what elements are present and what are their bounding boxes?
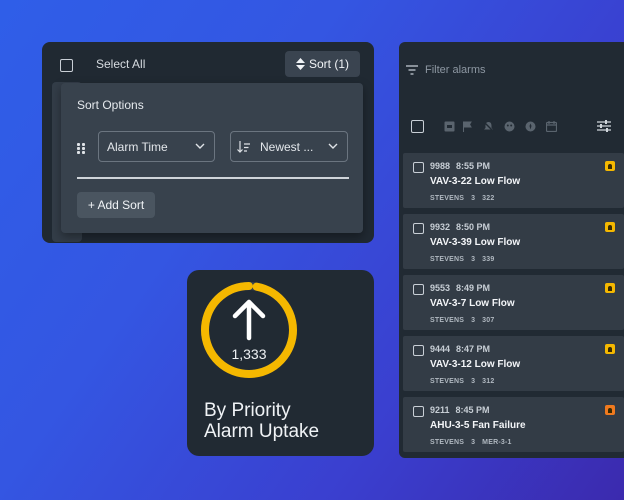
sort-button-label: Sort (1): [308, 57, 349, 71]
popover-title: Sort Options: [77, 98, 144, 112]
chevron-down-icon: [195, 143, 205, 149]
sort-field-select[interactable]: Alarm Time: [98, 131, 215, 162]
alarm-checkbox[interactable]: [413, 284, 424, 295]
alarm-id: 9211: [430, 405, 450, 415]
alarm-time: 8:45 PM: [455, 405, 490, 415]
alarm-room: 307: [482, 317, 495, 324]
sort-arrows-icon: [295, 58, 305, 70]
chevron-down-icon: [328, 143, 338, 149]
filter-icon: [406, 65, 418, 75]
alarm-meta: 9211 8:45 PM: [430, 405, 490, 415]
list-header: Select All Sort (1): [42, 42, 374, 86]
alarm-site: STEVENS: [430, 195, 465, 202]
flag-icon[interactable]: [462, 121, 473, 132]
alarm-floor: 3: [471, 317, 476, 324]
alarm-card[interactable]: 9444 8:47 PM VAV-3-12 Low Flow STEVENS 3 312: [403, 336, 624, 391]
divider: [77, 177, 349, 179]
alarm-meta: 9444 8:47 PM: [430, 344, 490, 354]
alarm-id: 9553: [430, 283, 451, 293]
alarm-room: 339: [482, 256, 495, 263]
archive-icon[interactable]: [444, 121, 455, 132]
arrow-up-icon: [232, 299, 266, 341]
alarm-floor: 3: [471, 256, 476, 263]
filter-bar[interactable]: Filter alarms: [399, 58, 624, 84]
alarm-room: MER-3-1: [482, 439, 512, 446]
face-icon[interactable]: [504, 121, 515, 132]
alarm-card[interactable]: 9932 8:50 PM VAV-3-39 Low Flow STEVENS 3 339: [403, 214, 624, 269]
alarm-floor: 3: [471, 378, 476, 385]
alarm-toolbar: [399, 116, 624, 138]
alarm-meta: 9932 8:50 PM: [430, 222, 490, 232]
alarm-site: STEVENS: [430, 439, 465, 446]
select-all-label: Select All: [96, 57, 146, 71]
alarm-meta: 9553 8:49 PM: [430, 283, 490, 293]
alarm-time: 8:49 PM: [456, 283, 491, 293]
sort-field-value: Alarm Time: [107, 139, 168, 154]
select-all-checkbox[interactable]: [60, 59, 73, 72]
alarm-name: VAV-3-22 Low Flow: [430, 176, 521, 187]
alarm-floor: 3: [471, 439, 476, 446]
alarm-checkbox[interactable]: [413, 345, 424, 356]
alarm-id: 9988: [430, 161, 451, 171]
alarm-time: 8:47 PM: [456, 344, 491, 354]
sort-panel: Select All Sort (1) Sort Options Alarm T…: [42, 42, 374, 243]
sort-order-select[interactable]: Newest ...: [230, 131, 348, 162]
alarm-site: STEVENS: [430, 378, 465, 385]
alarm-name: VAV-3-7 Low Flow: [430, 298, 515, 309]
alarm-location: STEVENS 3 339: [430, 256, 501, 263]
alarm-site: STEVENS: [430, 317, 465, 324]
sort-descending-icon: [237, 140, 250, 153]
priority-bell-icon: [605, 283, 615, 293]
alarm-checkbox[interactable]: [413, 223, 424, 234]
filter-input[interactable]: Filter alarms: [425, 64, 486, 76]
alarm-meta: 9988 8:55 PM: [430, 161, 490, 171]
mute-icon[interactable]: [483, 121, 494, 132]
priority-bell-icon: [605, 222, 615, 232]
sort-button[interactable]: Sort (1): [285, 51, 360, 77]
badge-icon[interactable]: [525, 121, 536, 132]
settings-sliders-icon[interactable]: [597, 119, 611, 133]
alarm-floor: 3: [471, 195, 476, 202]
alarm-site: STEVENS: [430, 256, 465, 263]
alarm-location: STEVENS 3 307: [430, 317, 501, 324]
alarm-checkbox[interactable]: [413, 406, 424, 417]
uptake-title: By Priority Alarm Uptake: [204, 400, 319, 442]
alarm-time: 8:50 PM: [456, 222, 491, 232]
uptake-title-line1: By Priority: [204, 400, 291, 421]
alarm-room: 312: [482, 378, 495, 385]
alarm-id: 9444: [430, 344, 451, 354]
alarm-name: VAV-3-39 Low Flow: [430, 237, 521, 248]
alarm-card[interactable]: 9553 8:49 PM VAV-3-7 Low Flow STEVENS 3 307: [403, 275, 624, 330]
priority-bell-icon: [605, 344, 615, 354]
alarm-location: STEVENS 3 322: [430, 195, 501, 202]
add-sort-button[interactable]: + Add Sort: [77, 192, 155, 218]
select-all-alarms-checkbox[interactable]: [411, 120, 424, 133]
alarm-list-panel: Filter alarms 9988 8:55 PM VAV-3-22 Low Fl…: [399, 42, 624, 458]
drag-handle-icon[interactable]: [77, 143, 85, 154]
alarm-location: STEVENS 3 312: [430, 378, 501, 385]
sort-options-popover: Sort Options Alarm Time Newest ... + Add…: [61, 83, 363, 233]
alarm-time: 8:55 PM: [456, 161, 491, 171]
alarm-card[interactable]: 9988 8:55 PM VAV-3-22 Low Flow STEVENS 3 322: [403, 153, 624, 208]
alarm-name: AHU-3-5 Fan Failure: [430, 420, 526, 431]
alarm-card[interactable]: 9211 8:45 PM AHU-3-5 Fan Failure STEVENS 3 ME…: [403, 397, 624, 452]
alarm-id: 9932: [430, 222, 451, 232]
alarm-location: STEVENS 3 MER-3-1: [430, 439, 519, 446]
uptake-count: 1,333: [231, 346, 267, 362]
sort-order-value: Newest ...: [260, 139, 314, 154]
priority-bell-icon: [605, 161, 615, 171]
alarm-room: 322: [482, 195, 495, 202]
alarm-checkbox[interactable]: [413, 162, 424, 173]
calendar-icon[interactable]: [546, 121, 557, 132]
uptake-ring: [201, 282, 297, 378]
alarm-uptake-card: 1,333 By Priority Alarm Uptake: [187, 270, 374, 456]
priority-bell-icon: [605, 405, 615, 415]
alarm-name: VAV-3-12 Low Flow: [430, 359, 521, 370]
uptake-title-line2: Alarm Uptake: [204, 421, 320, 442]
